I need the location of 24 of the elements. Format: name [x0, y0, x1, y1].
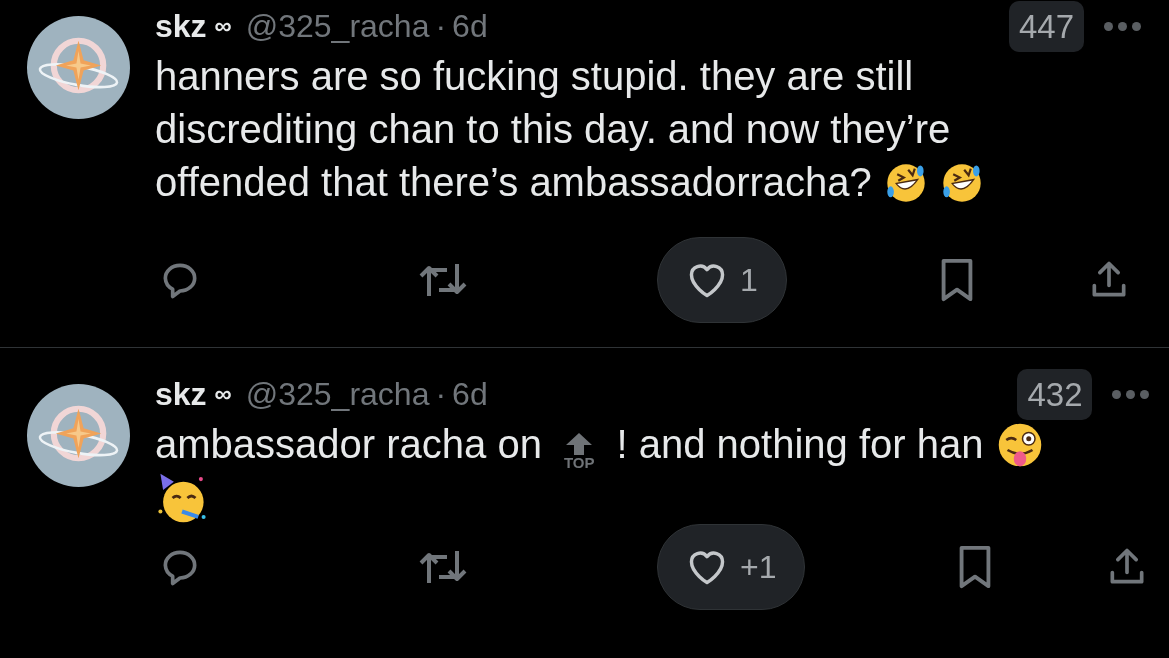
username: @325_racha [245, 10, 430, 42]
count-badge: 447 [1008, 0, 1084, 52]
like-button[interactable]: 1 [657, 237, 787, 323]
timestamp: 6d [452, 378, 488, 410]
tweet-text: discrediting chan to this day. and now they’re [155, 106, 951, 153]
top-arrow-emoji: TOP [563, 433, 595, 470]
separator-dot: · [435, 378, 447, 410]
username: @325_racha [245, 378, 430, 410]
more-icon[interactable] [1112, 389, 1150, 399]
like-button[interactable]: +1 [657, 524, 806, 610]
avatar[interactable] [27, 384, 130, 487]
tweet-text: ambassador racha on [155, 421, 542, 468]
avatar[interactable] [27, 16, 130, 119]
count-badge: 432 [1017, 368, 1093, 420]
name-emoji: ∞ [214, 382, 232, 406]
tweet-text: ! and nothing for han [616, 421, 984, 468]
display-name: skz [155, 378, 207, 410]
tweet-text: hanners are so fucking stupid. they are still [155, 53, 914, 100]
name-emoji: ∞ [214, 14, 232, 38]
display-name: skz [155, 10, 207, 42]
more-icon[interactable] [1104, 21, 1141, 31]
tweet-text: offended that there’s ambassadorracha? [155, 159, 872, 206]
separator-dot: · [435, 10, 447, 42]
timestamp: 6d [452, 10, 488, 42]
